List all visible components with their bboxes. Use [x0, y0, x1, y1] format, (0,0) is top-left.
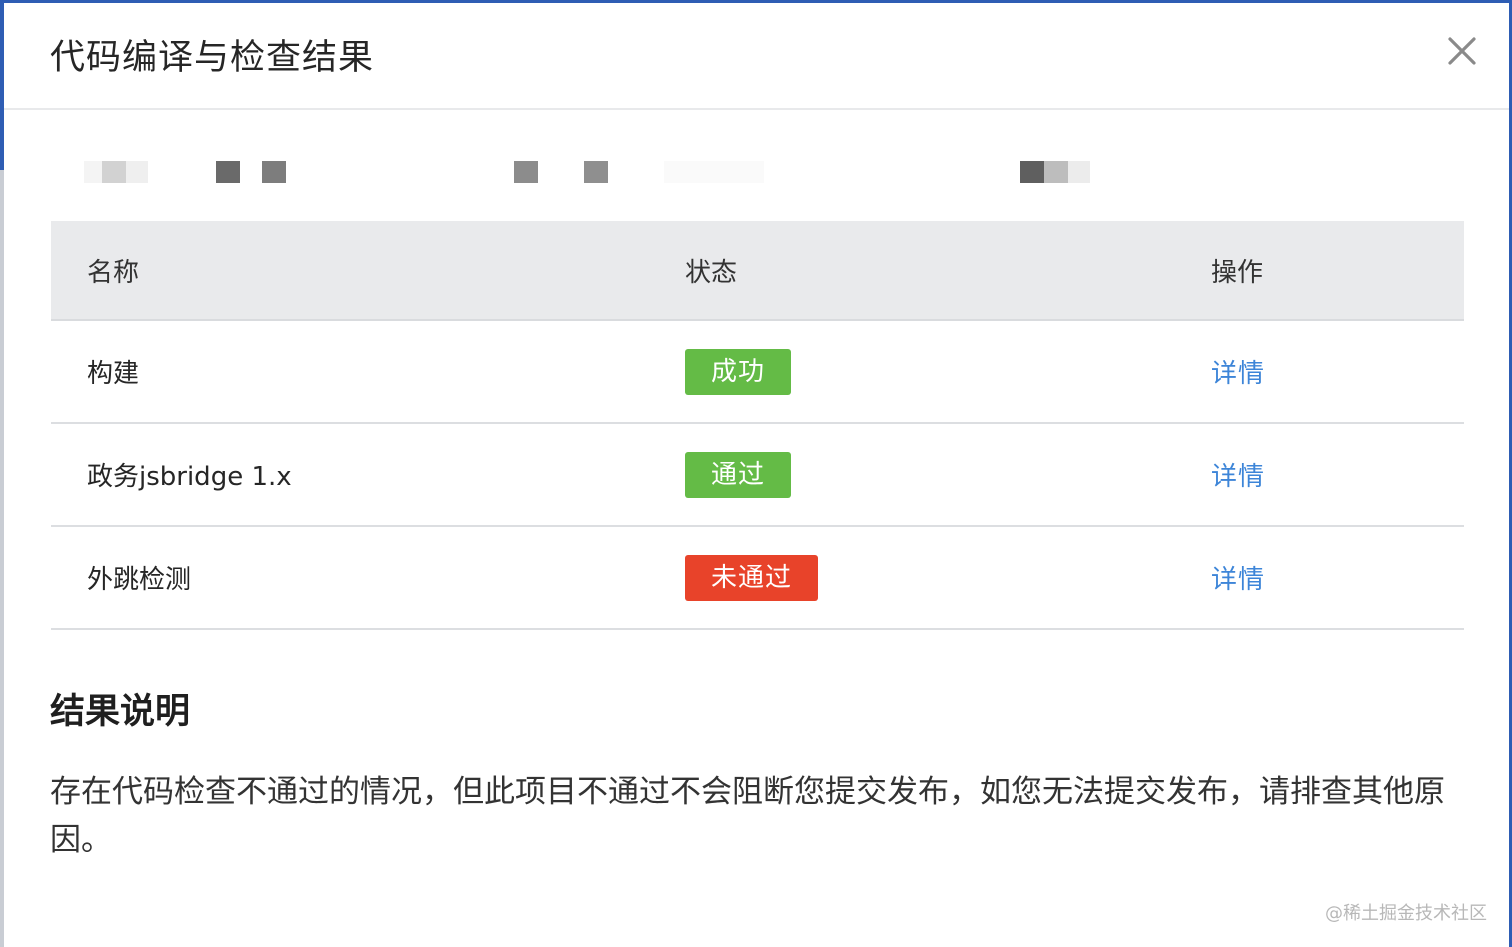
redacted-block	[1020, 161, 1044, 183]
redacted-block	[1044, 161, 1068, 183]
redacted-block	[102, 161, 126, 183]
row-status-cell: 未通过	[685, 527, 819, 628]
redacted-info	[84, 158, 1104, 188]
dialog-title: 代码编译与检查结果	[50, 38, 375, 78]
redacted-block	[262, 161, 286, 183]
row-name: 政务jsbridge 1.x	[87, 462, 292, 492]
redacted-block	[126, 161, 148, 183]
row-name: 外跳检测	[87, 565, 192, 595]
status-badge: 未通过	[685, 554, 819, 601]
detail-link[interactable]: 详情	[1211, 456, 1265, 493]
header-status: 状态	[685, 257, 738, 288]
table-row: 构建 成功 详情	[51, 321, 1464, 424]
redacted-block	[1068, 161, 1090, 183]
redacted-block	[216, 161, 240, 183]
table-row: 外跳检测 未通过 详情	[51, 527, 1464, 630]
redacted-block	[84, 161, 102, 183]
detail-link[interactable]: 详情	[1211, 353, 1265, 390]
row-op-cell: 详情	[1211, 424, 1265, 525]
row-status-cell: 通过	[685, 424, 792, 525]
close-icon	[1448, 37, 1476, 65]
redacted-block	[514, 161, 538, 183]
result-dialog: 代码编译与检查结果 名称 状态 操作 构建 成功 详情 政务jsbridge 1…	[4, 3, 1509, 947]
status-badge: 通过	[685, 451, 792, 498]
detail-link[interactable]: 详情	[1211, 559, 1265, 596]
table-header-row: 名称 状态 操作	[51, 221, 1464, 321]
row-op-cell: 详情	[1211, 527, 1265, 628]
dialog-header: 代码编译与检查结果	[4, 3, 1509, 110]
watermark: @稀土掘金技术社区	[1325, 903, 1487, 924]
close-button[interactable]	[1444, 33, 1480, 69]
row-status-cell: 成功	[685, 321, 792, 422]
explanation-text: 存在代码检查不通过的情况，但此项目不通过不会阻断您提交发布，如您无法提交发布，请…	[50, 774, 1445, 858]
explanation-title: 结果说明	[50, 692, 191, 732]
redacted-block	[664, 161, 764, 183]
header-operation: 操作	[1211, 257, 1264, 288]
row-op-cell: 详情	[1211, 321, 1265, 422]
status-badge: 成功	[685, 348, 792, 395]
redacted-block	[584, 161, 608, 183]
table-row: 政务jsbridge 1.x 通过 详情	[51, 424, 1464, 527]
result-table: 名称 状态 操作 构建 成功 详情 政务jsbridge 1.x 通过 详情 外…	[51, 221, 1464, 630]
row-name: 构建	[87, 359, 140, 389]
header-name: 名称	[87, 257, 140, 288]
